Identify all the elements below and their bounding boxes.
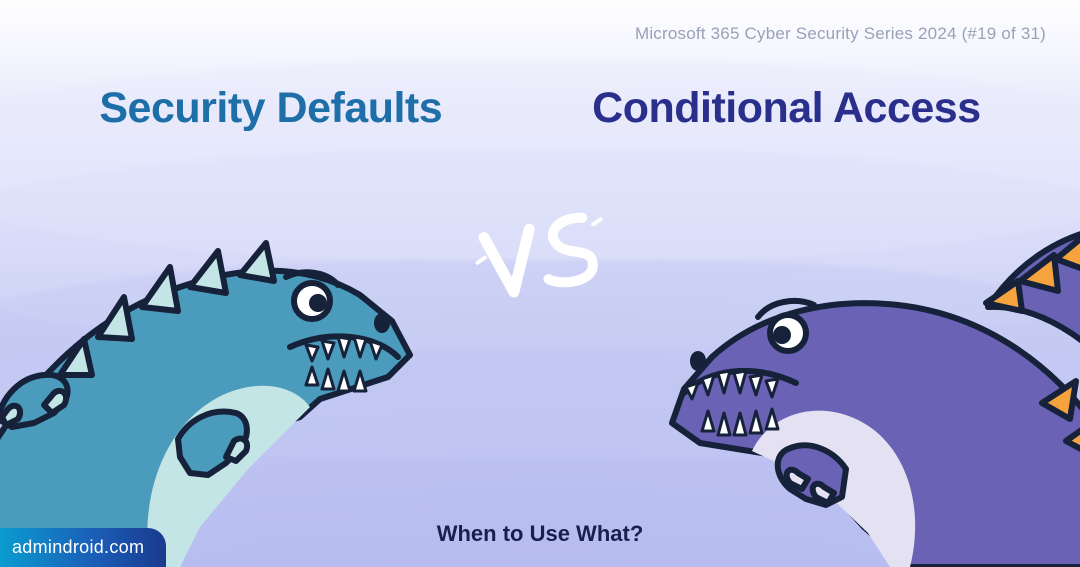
dinosaur-left-illustration [0,207,490,567]
versus-label [475,210,605,300]
title-security-defaults: Security Defaults [99,84,442,133]
brand-watermark: admindroid.com [0,528,166,567]
dinosaur-right-illustration [590,207,1080,567]
title-row: Security Defaults Conditional Access [0,84,1080,133]
series-label: Microsoft 365 Cyber Security Series 2024… [635,24,1046,44]
title-conditional-access: Conditional Access [592,84,980,133]
